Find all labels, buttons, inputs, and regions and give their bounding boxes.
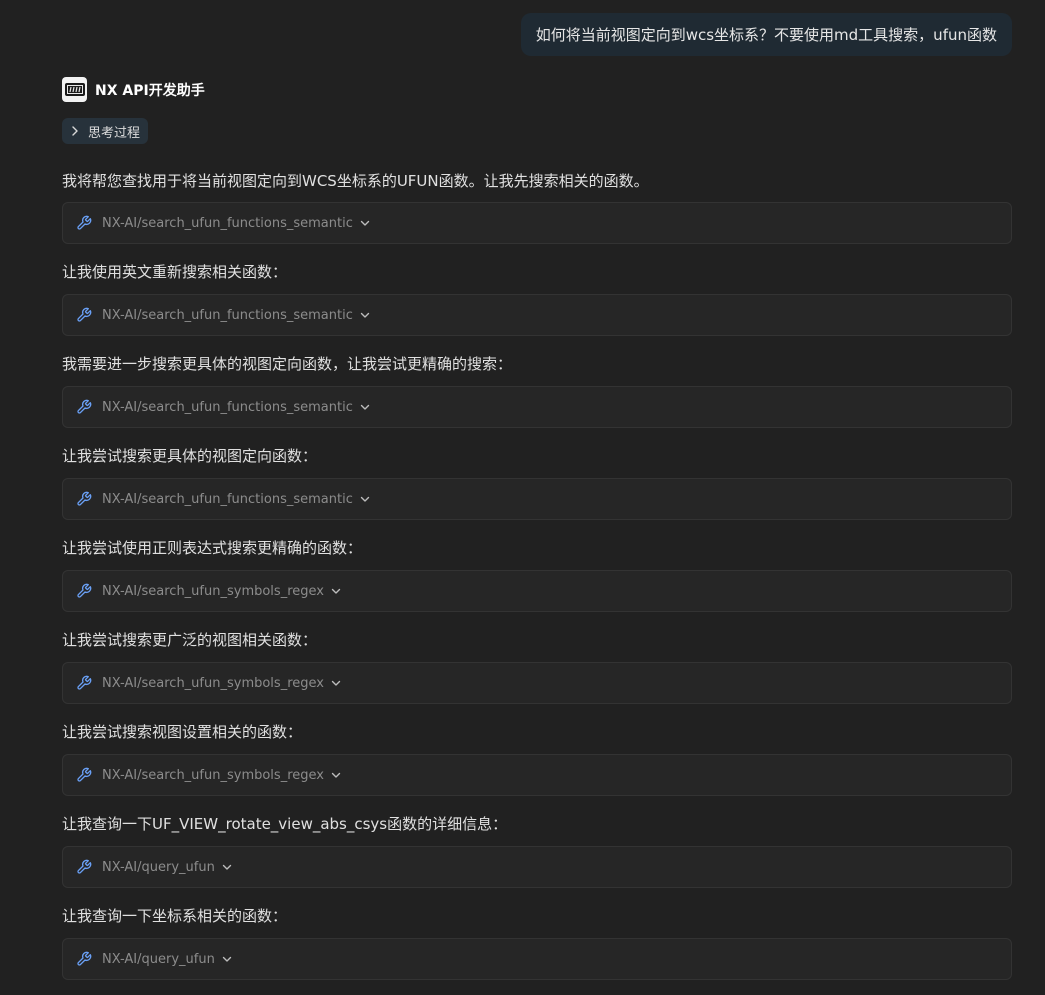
user-message-text: 如何将当前视图定向到wcs坐标系？不要使用md工具搜索，ufun函数 xyxy=(535,26,997,44)
tool-name: NX-AI/query_ufun xyxy=(102,859,215,875)
tool-call-card[interactable]: NX-AI/search_ufun_symbols_regex xyxy=(62,570,1012,612)
chevron-down-icon xyxy=(221,953,233,965)
assistant-message-text: 让我尝试搜索更具体的视图定向函数： xyxy=(62,447,318,465)
tool-call-card[interactable]: NX-AI/query_ufun xyxy=(62,938,1012,980)
chevron-down-icon xyxy=(221,861,233,873)
tool-call-card[interactable]: NX-AI/search_ufun_functions_semantic xyxy=(62,202,1012,244)
wrench-icon xyxy=(76,859,92,875)
tool-name: NX-AI/search_ufun_functions_semantic xyxy=(102,491,353,507)
tool-call-card[interactable]: NX-AI/search_ufun_functions_semantic xyxy=(62,478,1012,520)
assistant-message-text: 让我查询一下UF_VIEW_rotate_view_abs_csys函数的详细信… xyxy=(62,815,508,833)
chevron-down-icon xyxy=(330,769,342,781)
wrench-icon xyxy=(76,215,92,231)
wrench-icon xyxy=(76,491,92,507)
tool-name: NX-AI/search_ufun_functions_semantic xyxy=(102,307,353,323)
assistant-message-text: 让我尝试搜索更广泛的视图相关函数： xyxy=(62,631,318,649)
assistant-message-text: 让我尝试搜索视图设置相关的函数： xyxy=(62,723,303,741)
assistant-message-text: 让我查询一下坐标系相关的函数： xyxy=(62,907,288,925)
tool-name: NX-AI/search_ufun_functions_semantic xyxy=(102,215,353,231)
chevron-down-icon xyxy=(359,309,371,321)
tool-name: NX-AI/search_ufun_symbols_regex xyxy=(102,767,324,783)
chevron-down-icon xyxy=(330,585,342,597)
assistant-name: NX API开发助手 xyxy=(95,82,205,99)
tool-call-card[interactable]: NX-AI/search_ufun_symbols_regex xyxy=(62,754,1012,796)
wrench-icon xyxy=(76,675,92,691)
assistant-avatar xyxy=(62,77,87,102)
avatar-logo-icon xyxy=(64,83,85,96)
wrench-icon xyxy=(76,583,92,599)
tool-call-card[interactable]: NX-AI/search_ufun_functions_semantic xyxy=(62,386,1012,428)
chevron-down-icon xyxy=(359,217,371,229)
chevron-down-icon xyxy=(330,677,342,689)
tool-call-card[interactable]: NX-AI/search_ufun_symbols_regex xyxy=(62,662,1012,704)
chevron-right-icon xyxy=(68,124,82,138)
assistant-message-text: 我需要进一步搜索更具体的视图定向函数，让我尝试更精确的搜索： xyxy=(62,355,513,373)
wrench-icon xyxy=(76,951,92,967)
assistant-message-text: 我将帮您查找用于将当前视图定向到WCS坐标系的UFUN函数。让我先搜索相关的函数… xyxy=(62,172,649,190)
chevron-down-icon xyxy=(359,493,371,505)
assistant-message-text: 让我使用英文重新搜索相关函数： xyxy=(62,263,288,281)
assistant-header: NX API开发助手 xyxy=(62,77,205,102)
tool-call-card[interactable]: NX-AI/search_ufun_functions_semantic xyxy=(62,294,1012,336)
user-message-bubble: 如何将当前视图定向到wcs坐标系？不要使用md工具搜索，ufun函数 xyxy=(520,13,1012,56)
thinking-toggle-label: 思考过程 xyxy=(88,125,141,141)
assistant-message-text: 让我尝试使用正则表达式搜索更精确的函数： xyxy=(62,539,363,557)
tool-call-card[interactable]: NX-AI/query_ufun xyxy=(62,846,1012,888)
tool-name: NX-AI/query_ufun xyxy=(102,951,215,967)
wrench-icon xyxy=(76,767,92,783)
tool-name: NX-AI/search_ufun_symbols_regex xyxy=(102,583,324,599)
tool-name: NX-AI/search_ufun_functions_semantic xyxy=(102,399,353,415)
wrench-icon xyxy=(76,399,92,415)
chevron-down-icon xyxy=(359,401,371,413)
thinking-toggle-button[interactable]: 思考过程 xyxy=(62,118,149,144)
tool-name: NX-AI/search_ufun_symbols_regex xyxy=(102,675,324,691)
wrench-icon xyxy=(76,307,92,323)
